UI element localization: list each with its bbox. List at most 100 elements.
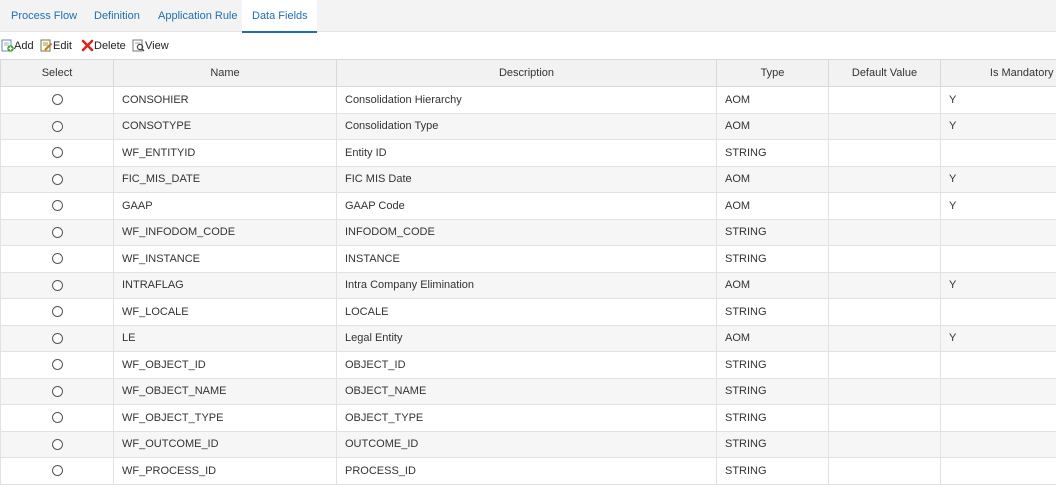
row-select-radio[interactable] [52,280,63,291]
table-row[interactable]: WF_OUTCOME_IDOUTCOME_IDSTRING [1,431,1056,458]
cell-name: WF_LOCALE [114,299,337,326]
delete-label: Delete [94,38,126,54]
row-select-radio[interactable] [52,359,63,370]
table-row[interactable]: WF_OBJECT_TYPEOBJECT_TYPESTRING [1,405,1056,432]
cell-select [1,246,114,273]
cell-is-mandatory [941,246,1056,273]
edit-icon [40,39,53,52]
column-header-type[interactable]: Type [717,60,829,87]
column-header-select[interactable]: Select [1,60,114,87]
tab-definition[interactable]: Definition [84,0,150,32]
cell-is-mandatory: Y [941,193,1056,220]
add-button[interactable]: Add [1,38,33,54]
tab-application-rule[interactable]: Application Rule [148,0,248,32]
tab-process-flow[interactable]: Process Flow [1,0,87,32]
row-select-radio[interactable] [52,94,63,105]
table-row[interactable]: WF_INSTANCEINSTANCESTRING [1,246,1056,273]
table-row[interactable]: FIC_MIS_DATEFIC MIS DateAOMY [1,166,1056,193]
cell-is-mandatory: Y [941,272,1056,299]
cell-type: AOM [717,113,829,140]
cell-name: WF_OUTCOME_ID [114,431,337,458]
cell-name: GAAP [114,193,337,220]
cell-select [1,166,114,193]
table-row[interactable]: CONSOHIERConsolidation HierarchyAOMY [1,87,1056,114]
cell-description: INSTANCE [337,246,717,273]
cell-default-value [829,166,941,193]
row-select-radio[interactable] [52,227,63,238]
row-select-radio[interactable] [52,147,63,158]
column-header-default-value[interactable]: Default Value [829,60,941,87]
cell-is-mandatory [941,140,1056,167]
cell-is-mandatory [941,352,1056,379]
cell-is-mandatory [941,405,1056,432]
data-fields-table: Select Name Description Type Default Val… [0,59,1056,485]
cell-type: AOM [717,193,829,220]
add-label: Add [14,38,34,54]
row-select-radio[interactable] [52,412,63,423]
cell-default-value [829,219,941,246]
delete-button[interactable]: Delete [81,38,126,54]
tab-bar: Process Flow Definition Application Rule… [0,0,1056,32]
column-header-name[interactable]: Name [114,60,337,87]
cell-description: Legal Entity [337,325,717,352]
cell-name: WF_PROCESS_ID [114,458,337,485]
cell-type: STRING [717,140,829,167]
edit-button[interactable]: Edit [40,38,74,54]
cell-default-value [829,378,941,405]
table-row[interactable]: INTRAFLAGIntra Company EliminationAOM Y [1,272,1056,299]
cell-select [1,113,114,140]
cell-name: WF_OBJECT_TYPE [114,405,337,432]
cell-type: AOM [717,272,829,299]
cell-is-mandatory [941,458,1056,485]
table-row[interactable]: WF_INFODOM_CODEINFODOM_CODESTRING [1,219,1056,246]
table-header-row: Select Name Description Type Default Val… [1,60,1056,87]
table-row[interactable]: WF_ENTITYIDEntity IDSTRING [1,140,1056,167]
table-row[interactable]: CONSOTYPEConsolidation TypeAOMY [1,113,1056,140]
cell-description: OUTCOME_ID [337,431,717,458]
table-body: CONSOHIERConsolidation HierarchyAOMYCONS… [1,87,1056,485]
view-button[interactable]: View [132,38,170,54]
table-row[interactable]: WF_OBJECT_NAMEOBJECT_NAMESTRING [1,378,1056,405]
row-select-radio[interactable] [52,200,63,211]
row-select-radio[interactable] [52,174,63,185]
table-row[interactable]: WF_PROCESS_IDPROCESS_IDSTRING [1,458,1056,485]
cell-description: Entity ID [337,140,717,167]
table-row[interactable]: WF_LOCALELOCALESTRING [1,299,1056,326]
cell-is-mandatory: Y [941,325,1056,352]
cell-is-mandatory: Y [941,87,1056,114]
delete-icon [81,39,94,52]
cell-name: FIC_MIS_DATE [114,166,337,193]
tab-data-fields[interactable]: Data Fields [242,0,317,33]
cell-select [1,378,114,405]
cell-name: WF_INFODOM_CODE [114,219,337,246]
row-select-radio[interactable] [52,439,63,450]
cell-name: CONSOHIER [114,87,337,114]
table-row[interactable]: LELegal EntityAOMY [1,325,1056,352]
cell-description: LOCALE [337,299,717,326]
cell-default-value [829,140,941,167]
row-select-radio[interactable] [52,386,63,397]
cell-name: WF_INSTANCE [114,246,337,273]
cell-is-mandatory [941,299,1056,326]
column-header-description[interactable]: Description [337,60,717,87]
cell-description: OBJECT_TYPE [337,405,717,432]
cell-default-value [829,458,941,485]
cell-select [1,325,114,352]
cell-is-mandatory: Y [941,113,1056,140]
cell-type: STRING [717,352,829,379]
row-select-radio[interactable] [52,333,63,344]
cell-default-value [829,113,941,140]
cell-name: INTRAFLAG [114,272,337,299]
row-select-radio[interactable] [52,306,63,317]
cell-select [1,87,114,114]
cell-name: WF_OBJECT_ID [114,352,337,379]
cell-default-value [829,431,941,458]
table-row[interactable]: GAAPGAAP CodeAOMY [1,193,1056,220]
table-row[interactable]: WF_OBJECT_IDOBJECT_IDSTRING [1,352,1056,379]
row-select-radio[interactable] [52,121,63,132]
cell-description: Intra Company Elimination [337,272,717,299]
row-select-radio[interactable] [52,253,63,264]
column-header-is-mandatory[interactable]: Is Mandatory [941,60,1056,87]
cell-description: Consolidation Type [337,113,717,140]
row-select-radio[interactable] [52,465,63,476]
